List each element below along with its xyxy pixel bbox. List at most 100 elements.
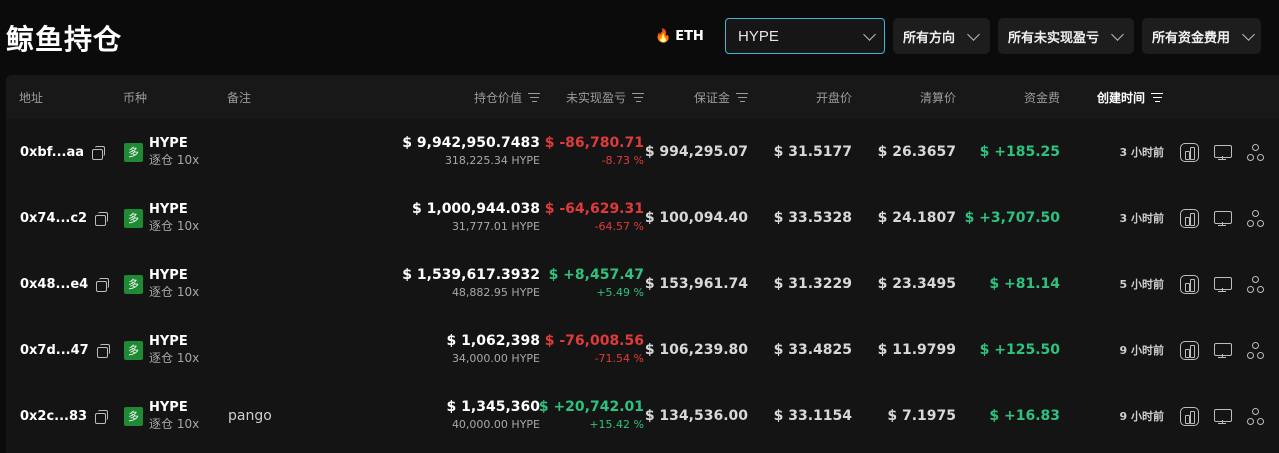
chevron-down-icon — [967, 27, 980, 41]
address-text[interactable]: 0xbf...aa — [20, 145, 84, 160]
liq-price-cell: $ 11.9799 — [877, 342, 956, 358]
col-margin[interactable]: 保证金 — [694, 75, 748, 119]
col-note: 备注 — [227, 90, 252, 105]
funding-cell: $ +81.14 — [989, 276, 1060, 292]
address-cell[interactable]: 0x48...e4 — [20, 251, 110, 317]
address-text[interactable]: 0x7d...47 — [20, 343, 89, 358]
chevron-down-icon — [1111, 27, 1124, 41]
monitor-icon[interactable] — [1213, 143, 1232, 162]
open-price-cell: $ 33.1154 — [773, 408, 852, 424]
unrealized-pnl-dropdown[interactable]: 所有未实现盈亏 — [998, 18, 1135, 54]
copy-icon[interactable] — [92, 145, 106, 160]
monitor-icon[interactable] — [1213, 275, 1232, 294]
funding-dropdown[interactable]: 所有资金费用 — [1142, 18, 1262, 54]
col-open-price: 开盘价 — [815, 90, 852, 105]
pnl-percent: -71.54 % — [594, 352, 644, 365]
funding-cell: $ +3,707.50 — [964, 210, 1060, 226]
table-row[interactable]: 0x7d...47 多 HYPE 逐仓 10x $ 1,062,398 34,0… — [6, 317, 1279, 383]
created-time-cell: 9 小时前 — [1119, 410, 1164, 423]
position-size: 34,000.00 HYPE — [451, 352, 540, 365]
copy-icon[interactable] — [96, 277, 110, 292]
col-unrealized-pnl[interactable]: 未实现盈亏 — [566, 75, 644, 119]
liq-price-cell: $ 23.3495 — [877, 276, 956, 292]
coin-cell: 多 HYPE 逐仓 10x — [124, 317, 199, 383]
coin-cell: 多 HYPE 逐仓 10x — [124, 251, 199, 317]
chart-icon[interactable] — [1180, 274, 1199, 294]
pnl-value: $ -64,629.31 — [544, 201, 644, 217]
margin-cell: $ 994,295.07 — [644, 144, 748, 160]
position-size: 40,000.00 HYPE — [451, 418, 540, 431]
leverage-text: 逐仓 10x — [149, 351, 200, 365]
address-cell[interactable]: 0x7d...47 — [20, 317, 110, 383]
address-cell[interactable]: 0x2c...83 — [20, 383, 109, 449]
direction-dropdown[interactable]: 所有方向 — [893, 18, 991, 54]
address-cell[interactable]: 0x74...c2 — [20, 185, 109, 251]
leverage-text: 逐仓 10x — [149, 219, 200, 233]
margin-cell: $ 100,094.40 — [644, 210, 748, 226]
coin-search[interactable] — [725, 18, 885, 54]
copy-icon[interactable] — [96, 343, 110, 358]
unrealized-pnl-dropdown-label: 所有未实现盈亏 — [1008, 30, 1100, 46]
chart-icon[interactable] — [1180, 208, 1199, 228]
position-value: $ 1,539,617.3932 — [402, 267, 540, 283]
table-row[interactable]: 0x48...e4 多 HYPE 逐仓 10x $ 1,539,617.3932… — [6, 251, 1279, 317]
position-value: $ 1,345,360 — [446, 399, 540, 415]
chart-icon[interactable] — [1180, 142, 1199, 162]
address-cell[interactable]: 0xbf...aa — [20, 119, 106, 185]
share-icon[interactable] — [1246, 275, 1265, 294]
coin-search-input[interactable] — [738, 27, 865, 45]
table-row[interactable]: 0x2c...83 多 HYPE 逐仓 10x pango $ 1,345,36… — [6, 383, 1279, 449]
col-funding: 资金费 — [1023, 90, 1060, 105]
funding-cell: $ +125.50 — [979, 342, 1060, 358]
address-text[interactable]: 0x74...c2 — [20, 211, 87, 226]
pnl-percent: +15.42 % — [589, 418, 644, 431]
col-created-time[interactable]: 创建时间 — [1097, 75, 1164, 119]
pnl-percent: -8.73 % — [601, 154, 644, 167]
long-badge: 多 — [124, 340, 143, 360]
open-price-cell: $ 31.3229 — [773, 276, 852, 292]
share-icon[interactable] — [1246, 341, 1265, 360]
share-icon[interactable] — [1246, 143, 1265, 162]
open-price-cell: $ 33.5328 — [773, 210, 852, 226]
coin-symbol: HYPE — [149, 334, 188, 349]
sort-icon[interactable] — [1151, 92, 1164, 102]
pnl-percent: +5.49 % — [596, 286, 644, 299]
open-price-cell: $ 33.4825 — [773, 342, 852, 358]
table-header: 地址 币种 备注 持仓价值 未实现盈亏 保证金 开盘价 清算价 资金费 创建时间 — [6, 75, 1279, 119]
col-address: 地址 — [19, 90, 44, 105]
margin-cell: $ 153,961.74 — [644, 276, 748, 292]
monitor-icon[interactable] — [1213, 341, 1232, 360]
copy-icon[interactable] — [95, 211, 109, 226]
created-time-cell: 9 小时前 — [1119, 344, 1164, 357]
table-row[interactable]: 0x74...c2 多 HYPE 逐仓 10x $ 1,000,944.038 … — [6, 185, 1279, 251]
sort-icon[interactable] — [736, 92, 748, 102]
col-position-value[interactable]: 持仓价值 — [474, 75, 540, 119]
coin-cell: 多 HYPE 逐仓 10x — [124, 383, 199, 449]
chevron-down-icon[interactable] — [863, 27, 876, 41]
position-value-cell: $ 1,539,617.3932 48,882.95 HYPE — [402, 251, 540, 317]
coin-symbol: HYPE — [149, 268, 188, 283]
sort-icon[interactable] — [528, 92, 540, 102]
chart-icon[interactable] — [1180, 340, 1199, 360]
coin-symbol: HYPE — [149, 136, 188, 151]
position-size: 318,225.34 HYPE — [444, 154, 540, 167]
liq-price-cell: $ 24.1807 — [877, 210, 956, 226]
coin-symbol: HYPE — [149, 202, 188, 217]
long-badge: 多 — [124, 208, 143, 228]
liq-price-cell: $ 26.3657 — [877, 144, 956, 160]
margin-cell: $ 134,536.00 — [644, 408, 748, 424]
table-row[interactable]: 0xbf...aa 多 HYPE 逐仓 10x $ 9,942,950.7483… — [6, 119, 1279, 185]
monitor-icon[interactable] — [1213, 407, 1232, 426]
copy-icon[interactable] — [95, 409, 109, 424]
share-icon[interactable] — [1246, 209, 1265, 228]
row-actions — [1180, 383, 1265, 449]
share-icon[interactable] — [1246, 407, 1265, 426]
chart-icon[interactable] — [1180, 406, 1199, 426]
address-text[interactable]: 0x48...e4 — [20, 277, 88, 292]
sort-icon[interactable] — [632, 92, 644, 102]
long-badge: 多 — [124, 274, 143, 294]
monitor-icon[interactable] — [1213, 209, 1232, 228]
eth-filter[interactable]: 🔥 ETH — [655, 29, 725, 44]
position-value-cell: $ 1,000,944.038 31,777.01 HYPE — [412, 185, 540, 251]
address-text[interactable]: 0x2c...83 — [20, 409, 87, 424]
